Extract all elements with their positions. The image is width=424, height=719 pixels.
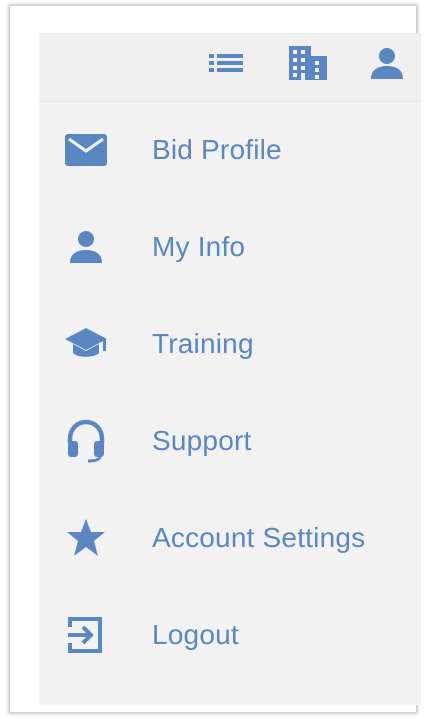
headset-icon bbox=[63, 418, 109, 464]
navigation-menu: Bid Profile My Info Training Support Acc… bbox=[39, 101, 421, 683]
envelope-icon bbox=[63, 127, 109, 173]
menu-item-label: Account Settings bbox=[152, 521, 366, 553]
logout-icon bbox=[63, 612, 109, 658]
menu-item-label: Support bbox=[152, 424, 252, 456]
person-icon bbox=[63, 224, 109, 270]
graduation-cap-icon bbox=[63, 321, 109, 367]
menu-item-support[interactable]: Support bbox=[39, 392, 421, 489]
menu-item-label: Training bbox=[152, 327, 254, 359]
top-toolbar bbox=[39, 33, 421, 102]
building-icon[interactable] bbox=[288, 43, 328, 83]
list-icon[interactable] bbox=[206, 43, 246, 83]
menu-item-label: My Info bbox=[152, 230, 246, 262]
navigation-panel: Bid Profile My Info Training Support Acc… bbox=[39, 33, 421, 705]
star-icon bbox=[63, 515, 109, 561]
menu-item-logout[interactable]: Logout bbox=[39, 586, 421, 683]
menu-item-account-settings[interactable]: Account Settings bbox=[39, 489, 421, 586]
menu-item-training[interactable]: Training bbox=[39, 295, 421, 392]
menu-window: Bid Profile My Info Training Support Acc… bbox=[10, 6, 421, 712]
menu-item-label: Bid Profile bbox=[152, 133, 282, 165]
person-icon[interactable] bbox=[367, 43, 407, 83]
menu-item-bid-profile[interactable]: Bid Profile bbox=[39, 101, 421, 198]
menu-item-label: Logout bbox=[152, 618, 239, 650]
menu-item-my-info[interactable]: My Info bbox=[39, 198, 421, 295]
